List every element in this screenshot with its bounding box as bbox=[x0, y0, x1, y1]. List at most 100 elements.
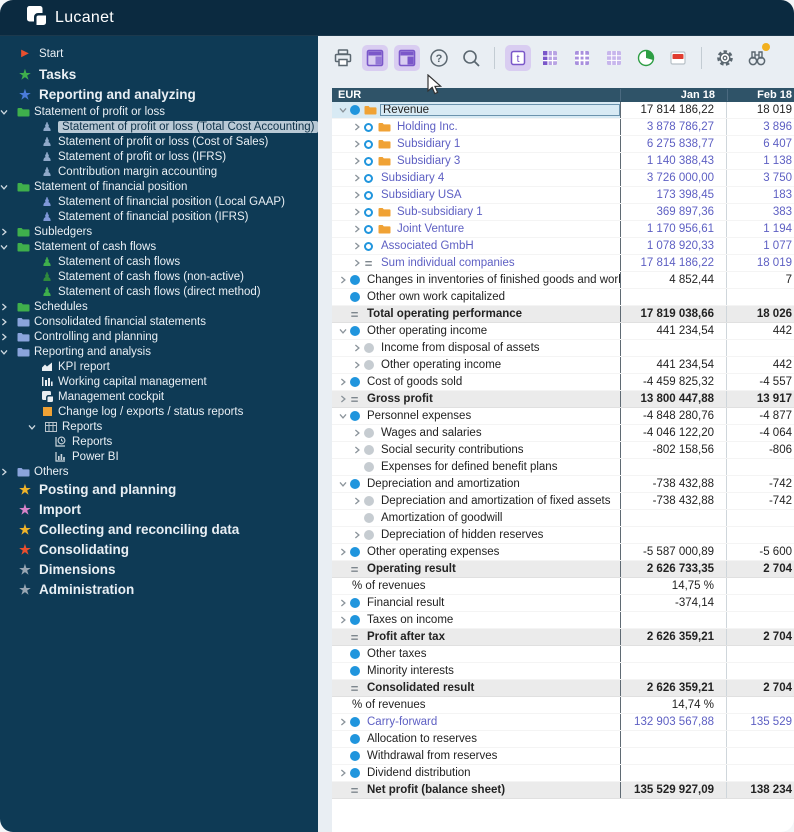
cell-jan[interactable] bbox=[620, 527, 727, 543]
cell-jan[interactable] bbox=[620, 765, 727, 781]
row-name-cell[interactable]: Subsidiary 4 bbox=[332, 170, 620, 186]
chevron-down-icon[interactable] bbox=[28, 423, 40, 431]
row-name-cell[interactable]: Changes in inventories of finished goods… bbox=[332, 272, 620, 288]
sidebar-item-change-log-exports-status-reports[interactable]: Change log / exports / status reports bbox=[0, 404, 318, 419]
table-row-other-operating-expenses[interactable]: Other operating expenses-5 587 000,89-5 … bbox=[332, 544, 794, 561]
grid-frozen-button[interactable] bbox=[537, 45, 563, 71]
cell-jan[interactable] bbox=[620, 748, 727, 764]
cell-feb[interactable]: 442 bbox=[727, 357, 794, 373]
sidebar-item-contribution-margin-accounting[interactable]: ♟Contribution margin accounting bbox=[0, 164, 318, 179]
cell-jan[interactable]: 14,75 % bbox=[620, 578, 727, 594]
cell-feb[interactable]: 183 bbox=[727, 187, 794, 203]
row-name-cell[interactable]: =Total operating performance bbox=[332, 306, 620, 322]
sidebar-item-statement-of-profit-or-loss[interactable]: Statement of profit or loss bbox=[0, 104, 318, 119]
chevron-right-icon[interactable] bbox=[336, 769, 349, 777]
cell-jan[interactable]: 3 878 786,27 bbox=[620, 119, 727, 135]
cell-jan[interactable]: -4 046 122,20 bbox=[620, 425, 727, 441]
sidebar-item-statement-of-cash-flows[interactable]: ♟Statement of cash flows bbox=[0, 254, 318, 269]
cell-jan[interactable] bbox=[620, 663, 727, 679]
table-row-dividend-distribution[interactable]: Dividend distribution bbox=[332, 765, 794, 782]
cell-feb[interactable]: 135 529 bbox=[727, 714, 794, 730]
chevron-right-icon[interactable] bbox=[336, 599, 349, 607]
sidebar-item-statement-of-profit-or-loss-total-cost-accounting[interactable]: ♟Statement of profit or loss (Total Cost… bbox=[0, 119, 318, 134]
table-row-joint-venture[interactable]: Joint Venture1 170 956,611 194 bbox=[332, 221, 794, 238]
cell-jan[interactable]: 173 398,45 bbox=[620, 187, 727, 203]
row-name-cell[interactable]: =Gross profit bbox=[332, 391, 620, 407]
cell-feb[interactable]: 13 917 bbox=[727, 391, 794, 407]
chevron-down-icon[interactable] bbox=[0, 183, 12, 191]
chevron-right-icon[interactable] bbox=[350, 225, 363, 233]
cell-jan[interactable]: -802 158,56 bbox=[620, 442, 727, 458]
cell-feb[interactable] bbox=[727, 510, 794, 526]
cell-jan[interactable]: 441 234,54 bbox=[620, 357, 727, 373]
table-row-holding-inc[interactable]: Holding Inc.3 878 786,273 896 bbox=[332, 119, 794, 136]
cell-feb[interactable]: 1 138 bbox=[727, 153, 794, 169]
chevron-right-icon[interactable] bbox=[350, 531, 363, 539]
chevron-right-icon[interactable] bbox=[350, 344, 363, 352]
chevron-right-icon[interactable] bbox=[350, 123, 363, 131]
row-name-cell[interactable]: Associated GmbH bbox=[332, 238, 620, 254]
sidebar-item-statement-of-profit-or-loss-ifrs[interactable]: ♟Statement of profit or loss (IFRS) bbox=[0, 149, 318, 164]
row-name-cell[interactable]: % of revenues bbox=[332, 697, 620, 713]
table-row-carry-forward[interactable]: Carry-forward132 903 567,88135 529 bbox=[332, 714, 794, 731]
table-row-of-revenues[interactable]: % of revenues14,74 % bbox=[332, 697, 794, 714]
sidebar-item-statement-of-financial-position-ifrs[interactable]: ♟Statement of financial position (IFRS) bbox=[0, 209, 318, 224]
chevron-right-icon[interactable] bbox=[0, 228, 12, 236]
chevron-down-icon[interactable] bbox=[0, 108, 12, 116]
cell-jan[interactable]: -738 432,88 bbox=[620, 476, 727, 492]
chevron-right-icon[interactable] bbox=[350, 208, 363, 216]
cell-jan[interactable]: 3 726 000,00 bbox=[620, 170, 727, 186]
table-row-depreciation-of-hidden-reserves[interactable]: Depreciation of hidden reserves bbox=[332, 527, 794, 544]
layout-table2-button[interactable] bbox=[394, 45, 420, 71]
cell-jan[interactable]: 1 078 920,33 bbox=[620, 238, 727, 254]
table-row-total-operating-performance[interactable]: =Total operating performance17 819 038,6… bbox=[332, 306, 794, 323]
cell-jan[interactable] bbox=[620, 510, 727, 526]
cell-jan[interactable]: 132 903 567,88 bbox=[620, 714, 727, 730]
row-name-cell[interactable]: Personnel expenses bbox=[332, 408, 620, 424]
row-name-cell[interactable]: Taxes on income bbox=[332, 612, 620, 628]
chevron-right-icon[interactable] bbox=[350, 361, 363, 369]
row-name-cell[interactable]: Financial result bbox=[332, 595, 620, 611]
cell-jan[interactable]: 17 814 186,22 bbox=[620, 102, 727, 118]
cell-feb[interactable]: 18 019 bbox=[727, 255, 794, 271]
cell-feb[interactable]: -742 bbox=[727, 493, 794, 509]
chevron-down-icon[interactable] bbox=[336, 106, 349, 114]
layout-table-button[interactable] bbox=[362, 45, 388, 71]
chevron-down-icon[interactable] bbox=[0, 348, 12, 356]
chevron-right-icon[interactable] bbox=[350, 446, 363, 454]
column-header-feb[interactable]: Feb 18 bbox=[727, 89, 794, 101]
row-name-cell[interactable]: Cost of goods sold bbox=[332, 374, 620, 390]
chevron-down-icon[interactable] bbox=[336, 327, 349, 335]
table-row-subsidiary-3[interactable]: Subsidiary 31 140 388,431 138 bbox=[332, 153, 794, 170]
row-name-cell[interactable]: =Profit after tax bbox=[332, 629, 620, 645]
currency-column-header[interactable]: EUR bbox=[332, 89, 620, 101]
row-name-cell[interactable]: =Operating result bbox=[332, 561, 620, 577]
row-name-cell[interactable]: Carry-forward bbox=[332, 714, 620, 730]
cell-jan[interactable] bbox=[620, 612, 727, 628]
row-name-cell[interactable]: Withdrawal from reserves bbox=[332, 748, 620, 764]
row-name-cell[interactable]: Amortization of goodwill bbox=[332, 510, 620, 526]
sidebar-item-others[interactable]: Others bbox=[0, 464, 318, 479]
chevron-right-icon[interactable] bbox=[350, 242, 363, 250]
row-name-cell[interactable]: Minority interests bbox=[332, 663, 620, 679]
search-button[interactable] bbox=[458, 45, 484, 71]
cell-jan[interactable]: 17 814 186,22 bbox=[620, 255, 727, 271]
cell-feb[interactable] bbox=[727, 459, 794, 475]
table-row-social-security-contributions[interactable]: Social security contributions-802 158,56… bbox=[332, 442, 794, 459]
chevron-right-icon[interactable] bbox=[336, 276, 349, 284]
chevron-right-icon[interactable] bbox=[0, 468, 12, 476]
table-row-net-profit-balance-sheet[interactable]: =Net profit (balance sheet)135 529 927,0… bbox=[332, 782, 794, 799]
cell-jan[interactable]: 1 170 956,61 bbox=[620, 221, 727, 237]
table-row-profit-after-tax[interactable]: =Profit after tax2 626 359,212 704 bbox=[332, 629, 794, 646]
cell-jan[interactable]: 17 819 038,66 bbox=[620, 306, 727, 322]
chevron-right-icon[interactable] bbox=[336, 718, 349, 726]
cell-feb[interactable] bbox=[727, 663, 794, 679]
row-name-cell[interactable]: Depreciation and amortization bbox=[332, 476, 620, 492]
table-row-depreciation-and-amortization[interactable]: Depreciation and amortization-738 432,88… bbox=[332, 476, 794, 493]
row-name-cell[interactable]: Depreciation of hidden reserves bbox=[332, 527, 620, 543]
cell-feb[interactable]: -4 557 bbox=[727, 374, 794, 390]
row-name-cell[interactable]: Subsidiary 3 bbox=[332, 153, 620, 169]
grid-plus-button[interactable] bbox=[569, 45, 595, 71]
sidebar-item-collecting-and-reconciling-data[interactable]: ★Collecting and reconciling data bbox=[0, 519, 318, 539]
table-row-other-own-work-capitalized[interactable]: Other own work capitalized bbox=[332, 289, 794, 306]
